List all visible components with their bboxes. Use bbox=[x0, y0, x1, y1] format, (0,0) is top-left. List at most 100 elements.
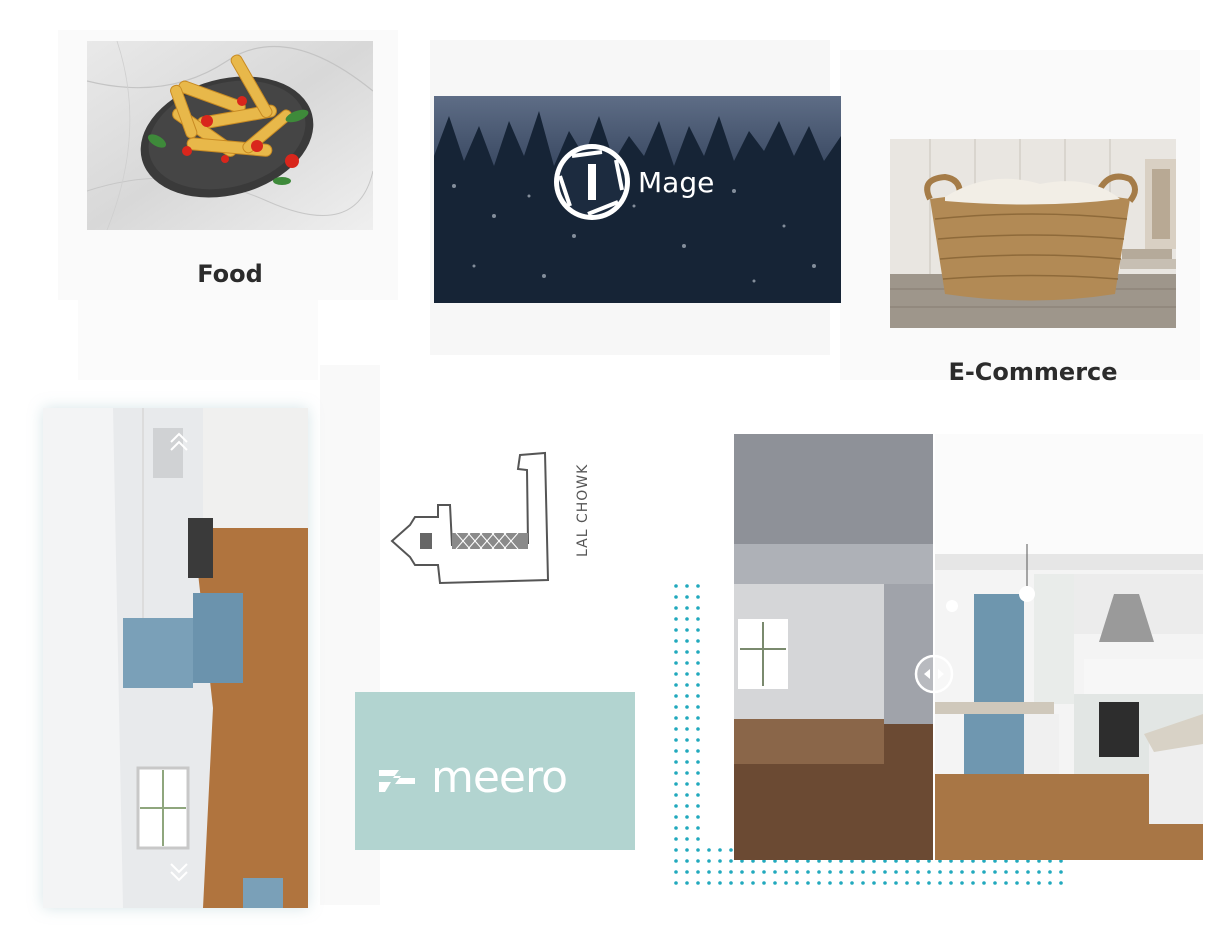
grid-dot bbox=[674, 716, 678, 720]
grid-dot bbox=[971, 881, 975, 885]
grid-dot bbox=[696, 716, 700, 720]
grid-dot bbox=[872, 870, 876, 874]
grid-dot bbox=[685, 837, 689, 841]
grid-dot bbox=[1026, 870, 1030, 874]
grid-dot bbox=[696, 639, 700, 643]
grid-dot bbox=[696, 650, 700, 654]
grid-dot bbox=[1015, 870, 1019, 874]
grid-dot bbox=[696, 628, 700, 632]
grid-dot bbox=[674, 771, 678, 775]
grid-dot bbox=[806, 870, 810, 874]
vertical-360-viewer[interactable]: up-chevrons-icon down-chevrons-icon bbox=[43, 408, 308, 908]
grid-dot bbox=[938, 881, 942, 885]
grid-dot bbox=[762, 881, 766, 885]
grid-dot bbox=[795, 870, 799, 874]
grid-dot bbox=[773, 881, 777, 885]
grid-dot bbox=[751, 881, 755, 885]
before-after-compare[interactable]: compare-handle-icon bbox=[734, 434, 1203, 860]
grid-dot bbox=[718, 870, 722, 874]
food-image[interactable] bbox=[87, 41, 373, 230]
grid-dot bbox=[674, 782, 678, 786]
grid-dot bbox=[674, 848, 678, 852]
grid-dot bbox=[674, 727, 678, 731]
bg-panel-4 bbox=[78, 300, 318, 380]
grid-dot bbox=[971, 870, 975, 874]
grid-dot bbox=[861, 881, 865, 885]
image-logo-banner[interactable]: Mage bbox=[434, 96, 841, 303]
meero-text: meero bbox=[431, 752, 568, 803]
grid-dot bbox=[696, 749, 700, 753]
grid-dot bbox=[784, 881, 788, 885]
grid-dot bbox=[773, 870, 777, 874]
grid-dot bbox=[685, 881, 689, 885]
grid-dot bbox=[751, 870, 755, 874]
grid-dot bbox=[696, 859, 700, 863]
grid-dot bbox=[806, 881, 810, 885]
grid-dot bbox=[674, 661, 678, 665]
grid-dot bbox=[685, 727, 689, 731]
grid-dot bbox=[674, 738, 678, 742]
meero-logo[interactable]: meero bbox=[355, 692, 635, 850]
grid-dot bbox=[696, 683, 700, 687]
grid-dot bbox=[685, 771, 689, 775]
grid-dot bbox=[993, 870, 997, 874]
grid-dot bbox=[685, 848, 689, 852]
grid-dot bbox=[674, 595, 678, 599]
grid-dot bbox=[685, 606, 689, 610]
grid-dot bbox=[993, 881, 997, 885]
grid-dot bbox=[685, 782, 689, 786]
food-photo bbox=[87, 41, 373, 230]
compare-handle-glyph bbox=[914, 654, 954, 694]
grid-dot bbox=[685, 749, 689, 753]
grid-dot bbox=[1059, 881, 1063, 885]
grid-dot bbox=[696, 870, 700, 874]
grid-dot bbox=[828, 870, 832, 874]
grid-dot bbox=[707, 881, 711, 885]
grid-dot bbox=[1048, 870, 1052, 874]
grid-dot bbox=[894, 881, 898, 885]
grid-dot bbox=[905, 870, 909, 874]
ecommerce-image[interactable] bbox=[890, 139, 1176, 328]
grid-dot bbox=[674, 628, 678, 632]
grid-dot bbox=[674, 881, 678, 885]
grid-dot bbox=[861, 870, 865, 874]
grid-dot bbox=[685, 661, 689, 665]
grid-dot bbox=[1037, 881, 1041, 885]
grid-dot bbox=[685, 628, 689, 632]
grid-dot bbox=[696, 661, 700, 665]
grid-dot bbox=[729, 881, 733, 885]
aperture-icon bbox=[554, 144, 630, 220]
grid-dot bbox=[839, 881, 843, 885]
ecommerce-label: E-Commerce bbox=[948, 358, 1118, 386]
grid-dot bbox=[1059, 870, 1063, 874]
down-chevrons-glyph bbox=[170, 863, 188, 882]
grid-dot bbox=[740, 881, 744, 885]
grid-dot bbox=[872, 881, 876, 885]
grid-dot bbox=[674, 584, 678, 588]
grid-dot bbox=[740, 870, 744, 874]
lalchowk-logo[interactable]: LAL CHOWK bbox=[380, 445, 600, 590]
grid-dot bbox=[729, 859, 733, 863]
grid-dot bbox=[927, 881, 931, 885]
grid-dot bbox=[685, 793, 689, 797]
grid-dot bbox=[883, 870, 887, 874]
lalchowk-mark-icon bbox=[390, 451, 550, 585]
grid-dot bbox=[894, 870, 898, 874]
grid-dot bbox=[718, 848, 722, 852]
grid-dot bbox=[905, 881, 909, 885]
grid-dot bbox=[685, 815, 689, 819]
grid-dot bbox=[784, 870, 788, 874]
rotated-kitchen-photo bbox=[43, 408, 308, 908]
grid-dot bbox=[696, 837, 700, 841]
up-chevrons-glyph bbox=[170, 432, 188, 451]
grid-dot bbox=[707, 870, 711, 874]
grid-dot bbox=[696, 606, 700, 610]
grid-dot bbox=[817, 881, 821, 885]
grid-dot bbox=[696, 617, 700, 621]
grid-dot bbox=[795, 881, 799, 885]
grid-dot bbox=[960, 870, 964, 874]
grid-dot bbox=[685, 584, 689, 588]
grid-dot bbox=[674, 606, 678, 610]
grid-dot bbox=[916, 881, 920, 885]
grid-dot bbox=[674, 859, 678, 863]
